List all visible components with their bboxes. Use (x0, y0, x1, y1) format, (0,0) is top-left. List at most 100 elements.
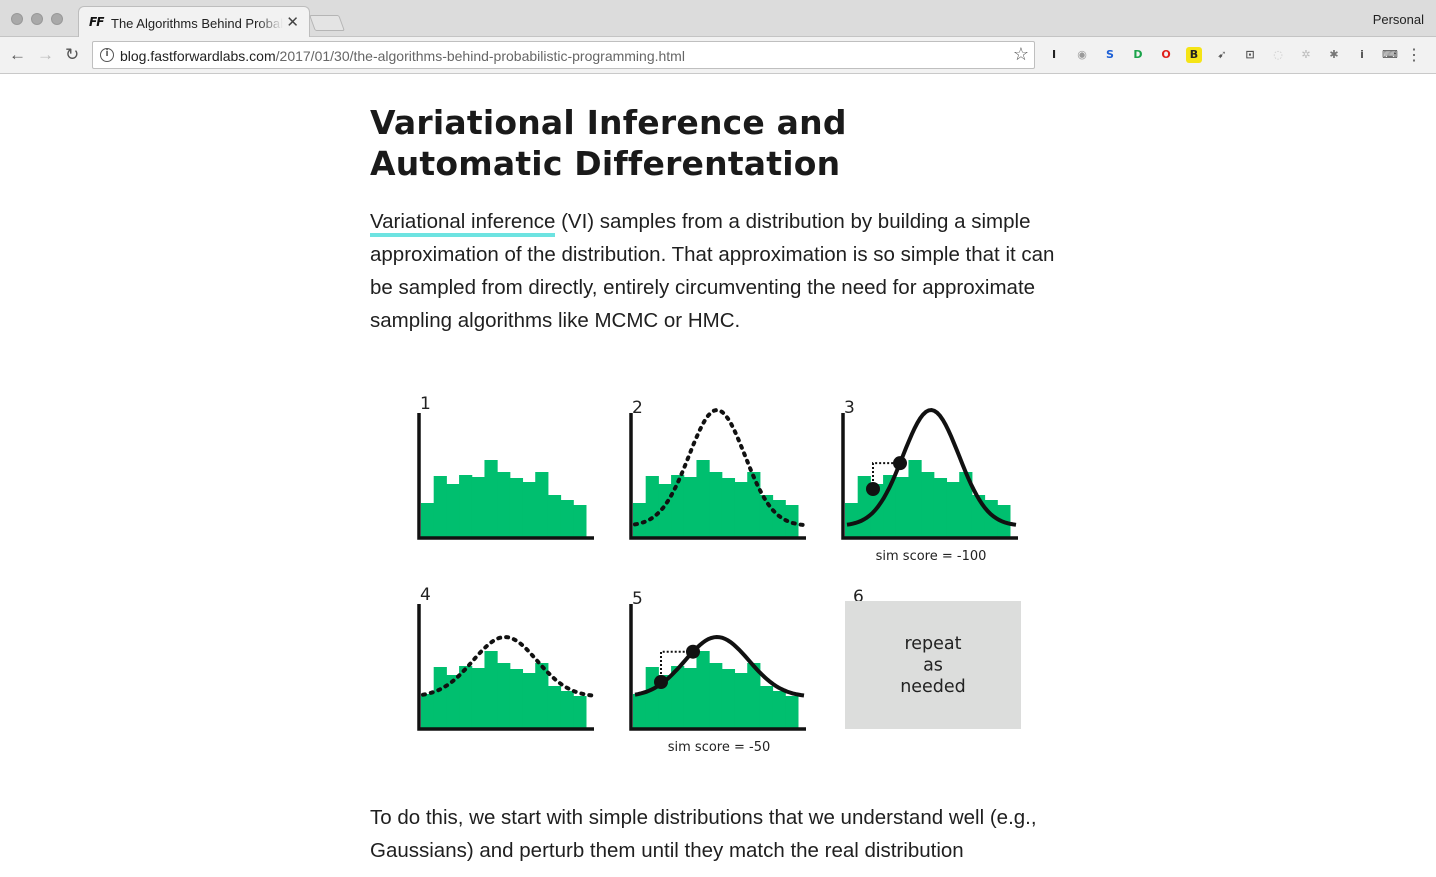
panel-4-histogram-bar (497, 663, 511, 729)
panel-1-histogram-bar (547, 495, 562, 538)
panel-3-sample-point (893, 456, 907, 471)
panel-5-histogram-bar (683, 668, 697, 729)
panel-1-histogram-bar (497, 472, 511, 538)
site-info-icon[interactable]: i (100, 48, 114, 62)
panel-5-histogram-bar (645, 667, 659, 729)
repeat-text-line: needed (900, 677, 966, 697)
panel-3-histogram-bar (921, 472, 935, 538)
panel-3-histogram-bar (895, 477, 909, 538)
tab-strip: FF The Algorithms Behind Probabilistic P… (0, 0, 1436, 37)
close-window-button[interactable] (11, 13, 23, 25)
panel-4-histogram-bar (560, 691, 574, 729)
browser-toolbar: ← → ↻ i blog.fastforwardlabs.com/2017/01… (0, 37, 1436, 74)
pin-icon[interactable]: ➹ (1214, 47, 1230, 63)
panel-1-number: 1 (420, 394, 431, 414)
forward-arrow-icon[interactable]: → (37, 45, 54, 65)
panel-2-histogram-bar (747, 472, 761, 538)
keyboard-icon[interactable]: ⌨ (1382, 47, 1398, 63)
panel-4-histogram-bar (484, 651, 498, 729)
panel-5-histogram-bar (709, 663, 723, 729)
address-bar[interactable]: i blog.fastforwardlabs.com/2017/01/30/th… (92, 41, 1035, 69)
paragraph-next: To do this, we start with simple distrib… (370, 806, 1037, 862)
panel-3-sample-point (866, 482, 880, 496)
gear-extension-icon[interactable]: ✲ (1298, 47, 1314, 63)
panel-1-histogram-bar (446, 484, 460, 538)
cast-icon[interactable]: ⊡ (1242, 47, 1258, 63)
tab-close-icon[interactable]: ✕ (286, 13, 299, 31)
panel-3-histogram-bar (845, 503, 859, 538)
bookmarklet-icon[interactable]: B (1186, 47, 1202, 63)
back-arrow-icon[interactable]: ← (9, 45, 26, 65)
panel-2-histogram-bar (759, 495, 774, 538)
variational-inference-link[interactable]: Variational inference (370, 210, 556, 237)
panel-4-number: 4 (420, 585, 431, 605)
opera-icon[interactable]: O (1158, 47, 1174, 63)
panel-2-histogram-bar (658, 484, 672, 538)
active-tab[interactable]: FF The Algorithms Behind Probabilistic P… (78, 6, 310, 37)
tab-title: The Algorithms Behind Probabilistic Prog… (111, 16, 283, 31)
reload-icon[interactable]: ↻ (65, 45, 79, 65)
camera-icon[interactable]: ◉ (1074, 47, 1090, 63)
panel-1-histogram-bar (535, 472, 549, 538)
panel-5-histogram-bar (633, 694, 647, 729)
panel-4-histogram-bar (421, 694, 435, 729)
evernote-icon[interactable]: D (1130, 47, 1146, 63)
panel-3-sim-score-caption: sim score = -100 (876, 549, 987, 564)
panel-4-histogram-bar (471, 668, 485, 729)
repeat-text-line: as (923, 656, 943, 676)
panel-3-number: 3 (844, 398, 855, 418)
panel-4-histogram-bar (509, 669, 524, 729)
panel-5-histogram-bar (785, 696, 799, 729)
panel-2-histogram-bar (721, 478, 736, 538)
panel-2-number: 2 (632, 398, 643, 418)
instapaper-icon[interactable]: I (1046, 47, 1062, 63)
chrome-menu-icon[interactable]: ⋮ (1406, 45, 1422, 65)
panel-4-histogram-bar (522, 673, 536, 729)
fastforward-favicon-icon: FF (89, 15, 104, 29)
panel-2-histogram-bar (696, 460, 710, 538)
panel-5-sim-score-caption: sim score = -50 (668, 740, 771, 755)
panel-5-number: 5 (632, 589, 643, 609)
panel-1-histogram-bar (421, 503, 435, 538)
panel-5-histogram-bar (721, 669, 736, 729)
profile-button[interactable]: Personal (1373, 12, 1424, 27)
url-path: /2017/01/30/the-algorithms-behind-probab… (275, 48, 685, 64)
panel-5-histogram-bar (696, 651, 710, 729)
panel-4-histogram-bar (433, 667, 447, 729)
panel-4-histogram-bar (547, 686, 562, 729)
panel-3-histogram-bar (908, 460, 922, 538)
paragraph-intro: Variational inference (VI) samples from … (370, 205, 1070, 337)
section-heading: Variational Inference and Automatic Diff… (370, 103, 847, 183)
panel-3-histogram-bar (933, 478, 948, 538)
panel-1-histogram-bar (471, 477, 485, 538)
lastpass-icon[interactable]: S (1102, 47, 1118, 63)
panel-5-histogram-bar (759, 686, 774, 729)
panel-1-histogram-bar (560, 500, 574, 538)
minimize-window-button[interactable] (31, 13, 43, 25)
bookmark-star-icon[interactable]: ☆ (1013, 44, 1029, 65)
maximize-window-button[interactable] (51, 13, 63, 25)
panel-2-histogram-bar (709, 472, 723, 538)
panel-5-histogram-bar (772, 691, 786, 729)
panel-5-sample-point (654, 675, 668, 689)
vi-illustration-svg: 1 2 3sim score = -1004 5sim score = -506rep… (417, 394, 1021, 755)
url-text[interactable]: blog.fastforwardlabs.com/2017/01/30/the-… (120, 48, 685, 64)
panel-5-sample-point (686, 644, 700, 659)
panel-2-histogram-bar (734, 482, 748, 538)
bug-icon[interactable]: ✱ (1326, 47, 1342, 63)
panel-1-histogram-bar (573, 505, 587, 538)
panel-2-histogram-bar (671, 475, 685, 538)
panel-5-histogram-bar (734, 673, 748, 729)
disabled-extension-icon[interactable]: ◌ (1270, 47, 1286, 63)
vi-illustration-figure: 1 2 3 sim score = -100 4 5 sim score = -50 6 rep… (405, 373, 1030, 763)
panel-1-histogram-bar (433, 476, 447, 538)
panel-2-histogram-bar (683, 477, 697, 538)
panel-1-histogram-bar (459, 475, 473, 538)
info-box-icon[interactable]: i (1354, 47, 1370, 63)
panel-3-histogram-bar (946, 482, 960, 538)
new-tab-button[interactable] (309, 15, 345, 31)
panel-1-histogram-bar (522, 482, 536, 538)
url-host: blog.fastforwardlabs.com (120, 48, 276, 64)
repeat-text-line: repeat (904, 634, 961, 654)
panel-4-histogram-bar (573, 696, 587, 729)
